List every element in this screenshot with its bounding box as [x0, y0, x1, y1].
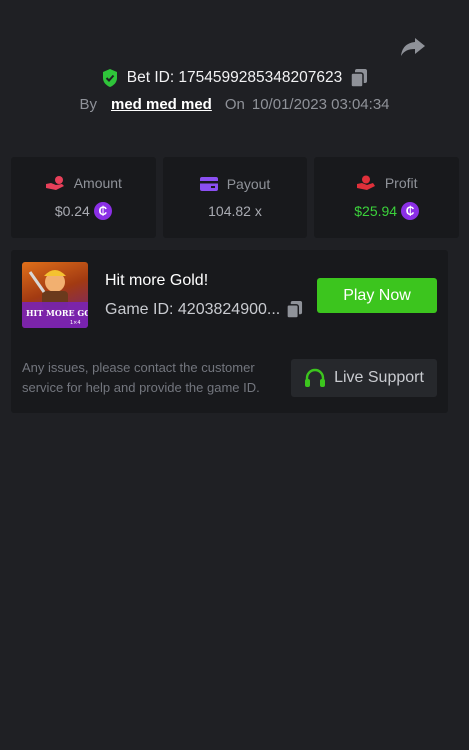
game-thumbnail[interactable]: HIT MORE GOLD! 1×4 — [22, 262, 88, 328]
profit-stat: Profit $25.94 ₵ — [314, 157, 460, 238]
bet-author-row: By med med med On 10/01/2023 03:04:34 — [0, 96, 469, 113]
amount-label: Amount — [73, 175, 122, 191]
play-now-button[interactable]: Play Now — [317, 278, 437, 313]
live-support-label: Live Support — [334, 369, 424, 386]
support-help-text: Any issues, please contact the customer … — [22, 360, 260, 395]
game-id-text: Game ID: 4203824900... — [105, 300, 281, 318]
payout-value: 104.82 x — [208, 203, 262, 219]
payout-label: Payout — [226, 176, 271, 192]
copy-icon[interactable] — [350, 68, 368, 88]
by-label: By — [79, 96, 97, 113]
payout-stat: Payout 104.82 x — [162, 157, 308, 238]
coin-icon: ₵ — [401, 202, 420, 220]
amount-stat: Amount $0.24 ₵ — [11, 157, 156, 238]
profit-label: Profit — [384, 175, 418, 191]
hand-coin-icon — [45, 176, 64, 190]
verified-shield-icon — [102, 69, 117, 87]
coin-icon: ₵ — [93, 202, 112, 220]
bet-datetime: 10/01/2023 03:04:34 — [251, 96, 390, 113]
copy-icon[interactable] — [286, 300, 303, 319]
profit-value: $25.94 — [354, 203, 398, 219]
bet-id-row: Bet ID: 1754599285348207623 — [0, 68, 469, 88]
on-label: On — [224, 96, 245, 113]
headset-icon — [305, 368, 326, 387]
amount-value: $0.24 — [54, 203, 90, 219]
card-icon — [199, 177, 218, 191]
hand-gift-icon — [356, 175, 375, 190]
game-title: Hit more Gold! — [105, 272, 209, 289]
bet-stats: Amount $0.24 ₵ Payout 104.82 x Profit $2… — [11, 157, 460, 238]
thumb-title-text: HIT MORE GOLD! — [26, 308, 88, 318]
bet-id-text: Bet ID: 1754599285348207623 — [126, 69, 343, 86]
game-id-row: Game ID: 4203824900... — [105, 300, 303, 319]
thumb-badge-text: 1×4 — [70, 320, 81, 326]
live-support-button[interactable]: Live Support — [291, 359, 437, 397]
username-link[interactable]: med med med — [111, 96, 212, 113]
share-icon[interactable] — [400, 36, 426, 58]
game-thumbnail-art: HIT MORE GOLD! 1×4 — [22, 270, 88, 328]
game-card: HIT MORE GOLD! 1×4 Hit more Gold! Game I… — [11, 250, 448, 413]
